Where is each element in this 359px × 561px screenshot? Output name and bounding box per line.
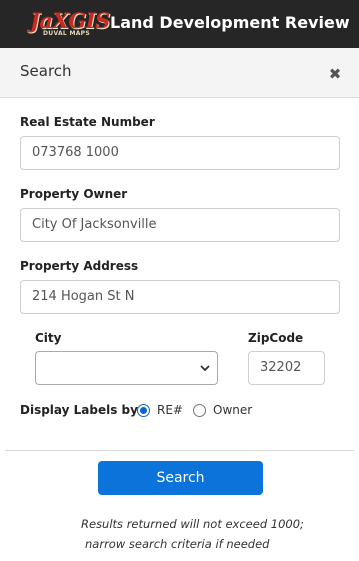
results-note-line1: Results returned will not exceed 1000; [81,517,304,531]
radio-re-number-label[interactable]: RE# [157,403,183,417]
property-address-label: Property Address [20,259,139,273]
search-button[interactable]: Search [98,461,263,495]
results-note-line2: narrow search criteria if needed [85,537,270,551]
divider [5,450,354,451]
chevron-down-icon [200,365,210,372]
app-header: JaXGIS DUVAL MAPS Land Development Revie… [0,0,359,48]
app-title: Land Development Review [110,13,350,32]
search-panel-header: Search ✖ [0,48,359,98]
display-labels-label: Display Labels by: [20,403,143,417]
radio-owner[interactable] [193,404,206,417]
radio-owner-label[interactable]: Owner [213,403,252,417]
property-owner-label: Property Owner [20,187,128,201]
re-number-input[interactable]: 073768 1000 [20,136,340,170]
logo-subtext: DUVAL MAPS [43,30,90,37]
zipcode-input[interactable]: 32202 [248,351,325,385]
property-owner-input[interactable]: City Of Jacksonville [20,208,340,242]
city-select[interactable] [35,351,218,385]
close-icon[interactable]: ✖ [325,64,345,84]
zipcode-label: ZipCode [248,331,304,345]
display-labels-group: Display Labels by: RE# Owner [20,402,350,420]
radio-re-number[interactable] [137,404,150,417]
jaxgis-logo[interactable]: JaXGIS DUVAL MAPS [30,8,110,40]
property-address-input[interactable]: 214 Hogan St N [20,280,340,314]
re-number-label: Real Estate Number [20,115,155,129]
panel-title: Search [20,62,72,80]
city-label: City [35,331,62,345]
